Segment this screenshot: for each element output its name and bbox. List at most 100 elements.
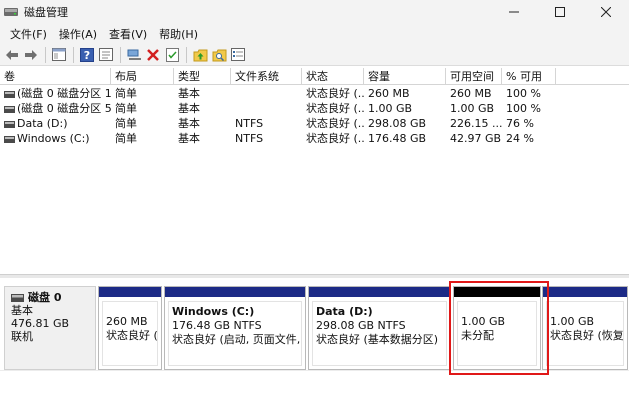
cell-status: 状态良好 (... [306, 117, 364, 130]
disk-type: 基本 [11, 304, 33, 317]
column-header-filesystem[interactable]: 文件系统 [231, 68, 302, 85]
toolbar-separator [186, 46, 187, 63]
up-folder-button[interactable] [191, 46, 209, 64]
back-arrow-icon [6, 49, 18, 60]
table-row[interactable]: (磁盘 0 磁盘分区 5) 简单 基本 状态良好 (... 1.00 GB 1.… [0, 101, 629, 116]
table-row[interactable]: (磁盘 0 磁盘分区 1) 简单 基本 状态良好 (... 260 MB 260… [0, 86, 629, 101]
checklist-icon [165, 47, 179, 62]
volume-list: 卷 布局 类型 文件系统 状态 容量 可用空间 % 可用 (磁盘 0 磁盘分区 … [0, 68, 629, 274]
properties-button[interactable] [97, 46, 115, 64]
cell-type: 基本 [178, 102, 200, 115]
back-button[interactable] [3, 46, 21, 64]
volume-name: (磁盘 0 磁盘分区 1) [17, 87, 111, 100]
close-icon [601, 7, 611, 17]
volume-name: Data (D:) [17, 117, 68, 130]
maximize-icon [555, 7, 565, 17]
cell-layout: 简单 [115, 102, 137, 115]
cell-free-space: 260 MB [450, 87, 492, 100]
cell-layout: 简单 [115, 132, 137, 145]
column-header-status[interactable]: 状态 [302, 68, 364, 85]
cell-filesystem: NTFS [235, 132, 264, 145]
list-view-button[interactable] [229, 46, 247, 64]
search-folder-button[interactable] [210, 46, 228, 64]
partition-bar [165, 287, 305, 297]
partition-size: 298.08 GB NTFS [316, 319, 406, 332]
list-view-icon [231, 48, 245, 61]
partition-body: Data (D:) 298.08 GB NTFS 状态良好 (基本数据分区) [312, 301, 447, 366]
menu-action[interactable]: 操作(A) [53, 26, 103, 42]
menu-file[interactable]: 文件(F) [4, 26, 53, 42]
volume-icon [4, 135, 15, 143]
partition-body: 260 MB 状态良好 (EI [102, 301, 158, 366]
maximize-button[interactable] [537, 0, 583, 24]
cell-free-space: 42.97 GB [450, 132, 502, 145]
title-bar: 磁盘管理 [0, 0, 629, 24]
partition-size: 176.48 GB NTFS [172, 319, 262, 332]
partition-efi[interactable]: 260 MB 状态良好 (EI [98, 286, 162, 370]
column-header-capacity[interactable]: 容量 [364, 68, 446, 85]
partition-status: 状态良好 (EI [106, 329, 158, 342]
partition-title: Windows (C:) [172, 305, 255, 318]
show-hide-console-button[interactable] [50, 46, 68, 64]
partition-bar [309, 287, 450, 297]
close-button[interactable] [583, 0, 629, 24]
partition-windows-c[interactable]: Windows (C:) 176.48 GB NTFS 状态良好 (启动, 页面… [164, 286, 306, 370]
forward-button[interactable] [22, 46, 40, 64]
folder-search-icon [212, 49, 226, 61]
disk-status: 联机 [11, 330, 33, 343]
cell-type: 基本 [178, 87, 200, 100]
column-header-free-space[interactable]: 可用空间 [446, 68, 502, 85]
cell-free-space: 226.15 ... [450, 117, 502, 130]
disk-management-icon [4, 8, 18, 16]
cell-volume: Data (D:) [0, 116, 111, 131]
cell-filesystem [231, 101, 302, 116]
partition-body: 1.00 GB 状态良好 (恢复分 [546, 301, 624, 366]
volume-icon [4, 120, 15, 128]
column-header-type[interactable]: 类型 [174, 68, 231, 85]
cell-percent-free: 24 % [506, 132, 534, 145]
partition-recovery[interactable]: 1.00 GB 状态良好 (恢复分 [542, 286, 628, 370]
partition-status: 状态良好 (启动, 页面文件, 故障 [172, 333, 301, 346]
partition-data-d[interactable]: Data (D:) 298.08 GB NTFS 状态良好 (基本数据分区) [308, 286, 451, 370]
cell-filesystem: NTFS [235, 117, 264, 130]
window-controls [491, 0, 629, 24]
connect-button[interactable] [125, 46, 143, 64]
help-button[interactable]: ? [78, 46, 96, 64]
cell-volume: (磁盘 0 磁盘分区 5) [0, 101, 111, 116]
partition-title: Data (D:) [316, 305, 373, 318]
volume-name: (磁盘 0 磁盘分区 5) [17, 102, 111, 115]
menu-bar: 文件(F) 操作(A) 查看(V) 帮助(H) [0, 24, 629, 44]
cell-status: 状态良好 (... [306, 87, 364, 100]
column-header-layout[interactable]: 布局 [111, 68, 174, 85]
partition-body: Windows (C:) 176.48 GB NTFS 状态良好 (启动, 页面… [168, 301, 302, 366]
cell-type: 基本 [178, 117, 200, 130]
table-row[interactable]: Windows (C:) 简单 基本 NTFS 状态良好 (... 176.48… [0, 131, 629, 146]
checklist-button[interactable] [163, 46, 181, 64]
cell-capacity: 260 MB [368, 87, 410, 100]
column-header-volume[interactable]: 卷 [0, 68, 111, 85]
toolbar: ? [0, 44, 629, 66]
disk-info-panel[interactable]: 磁盘 0 基本 476.81 GB 联机 [4, 286, 96, 370]
toolbar-separator [73, 46, 74, 63]
minimize-icon [509, 11, 519, 13]
disk-name: 磁盘 0 [28, 291, 62, 304]
table-row[interactable]: Data (D:) 简单 基本 NTFS 状态良好 (... 298.08 GB… [0, 116, 629, 131]
properties-icon [99, 48, 113, 61]
partition-status: 状态良好 (基本数据分区) [316, 333, 439, 346]
menu-view[interactable]: 查看(V) [103, 26, 153, 42]
column-header-percent-free[interactable]: % 可用 [502, 68, 556, 85]
cell-percent-free: 100 % [506, 87, 541, 100]
cell-volume: Windows (C:) [0, 131, 111, 146]
delete-x-icon [147, 48, 159, 61]
connect-icon [127, 49, 141, 60]
cell-layout: 简单 [115, 87, 137, 100]
cell-volume: (磁盘 0 磁盘分区 1) [0, 86, 111, 101]
delete-button[interactable] [144, 46, 162, 64]
disk-icon [11, 293, 24, 302]
window-icon [52, 48, 66, 61]
cell-percent-free: 100 % [506, 102, 541, 115]
highlight-box [449, 281, 549, 375]
menu-help[interactable]: 帮助(H) [153, 26, 204, 42]
cell-filesystem [231, 86, 302, 101]
minimize-button[interactable] [491, 0, 537, 24]
